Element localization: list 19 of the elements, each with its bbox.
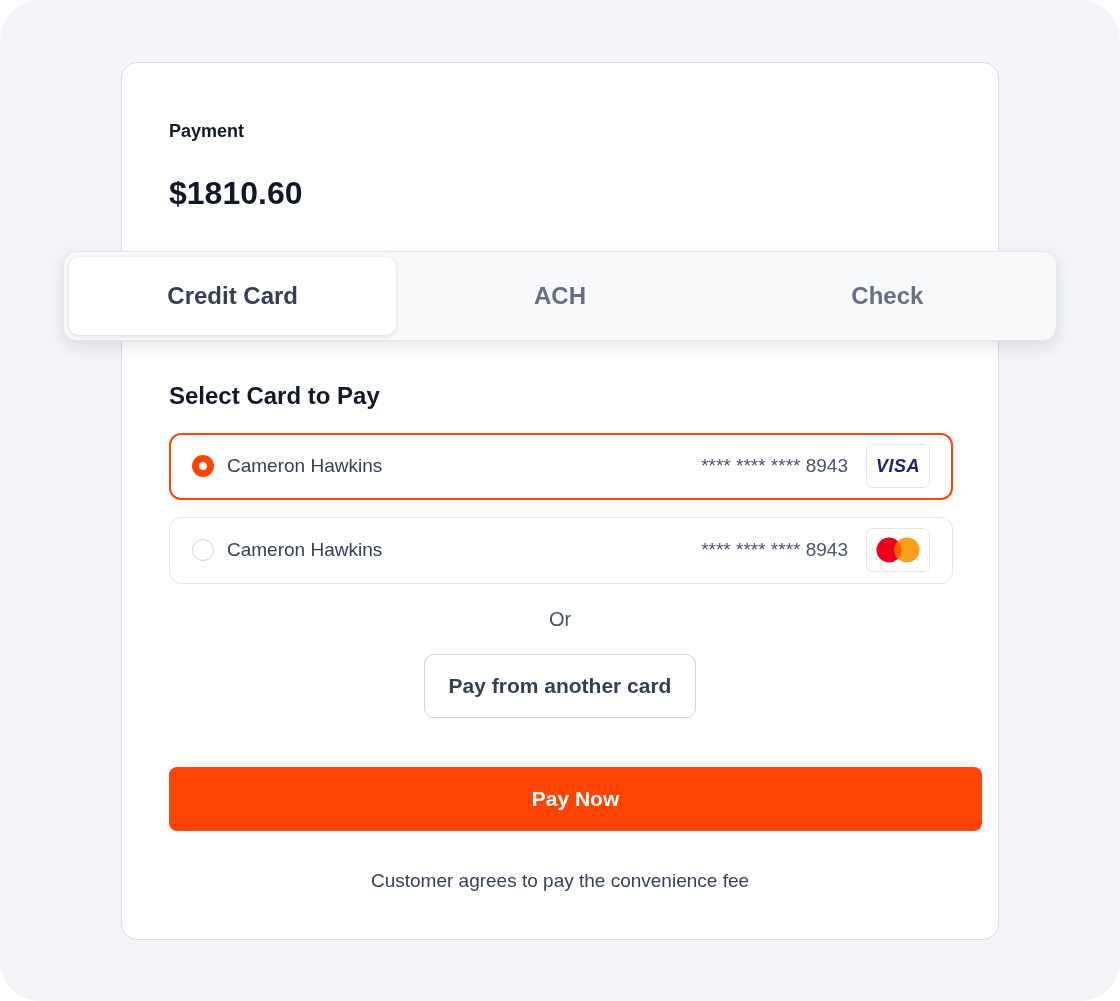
payment-method-tab[interactable]: Credit Card (69, 256, 397, 335)
separator-text: Or (548, 606, 572, 632)
payment-title: Payment (169, 119, 245, 143)
visa-logo: VISA (866, 444, 930, 488)
radio-button[interactable] (192, 539, 214, 561)
pay-from-another-card-button[interactable]: Pay from another card (423, 653, 697, 718)
saved-card-option[interactable]: Cameron Hawkins **** **** **** 8943 (169, 516, 953, 584)
cardholder-name: Cameron Hawkins (227, 453, 383, 478)
masked-card-number: **** **** **** 8943 (701, 453, 848, 478)
section-title: Select Card to Pay (169, 380, 380, 411)
saved-card-option[interactable]: Cameron Hawkins **** **** **** 8943 VISA (169, 432, 953, 500)
payment-method-tab[interactable]: ACH (396, 256, 724, 335)
overlapping-circles-icon (866, 528, 930, 572)
masked-card-number: **** **** **** 8943 (701, 537, 848, 562)
payment-amount: $1810.60 (169, 173, 303, 213)
cardholder-name: Cameron Hawkins (227, 537, 383, 562)
radio-button[interactable] (192, 455, 214, 477)
fee-notice: Customer agrees to pay the convenience fee (370, 868, 750, 893)
payment-method-tab[interactable]: Check (723, 256, 1051, 335)
